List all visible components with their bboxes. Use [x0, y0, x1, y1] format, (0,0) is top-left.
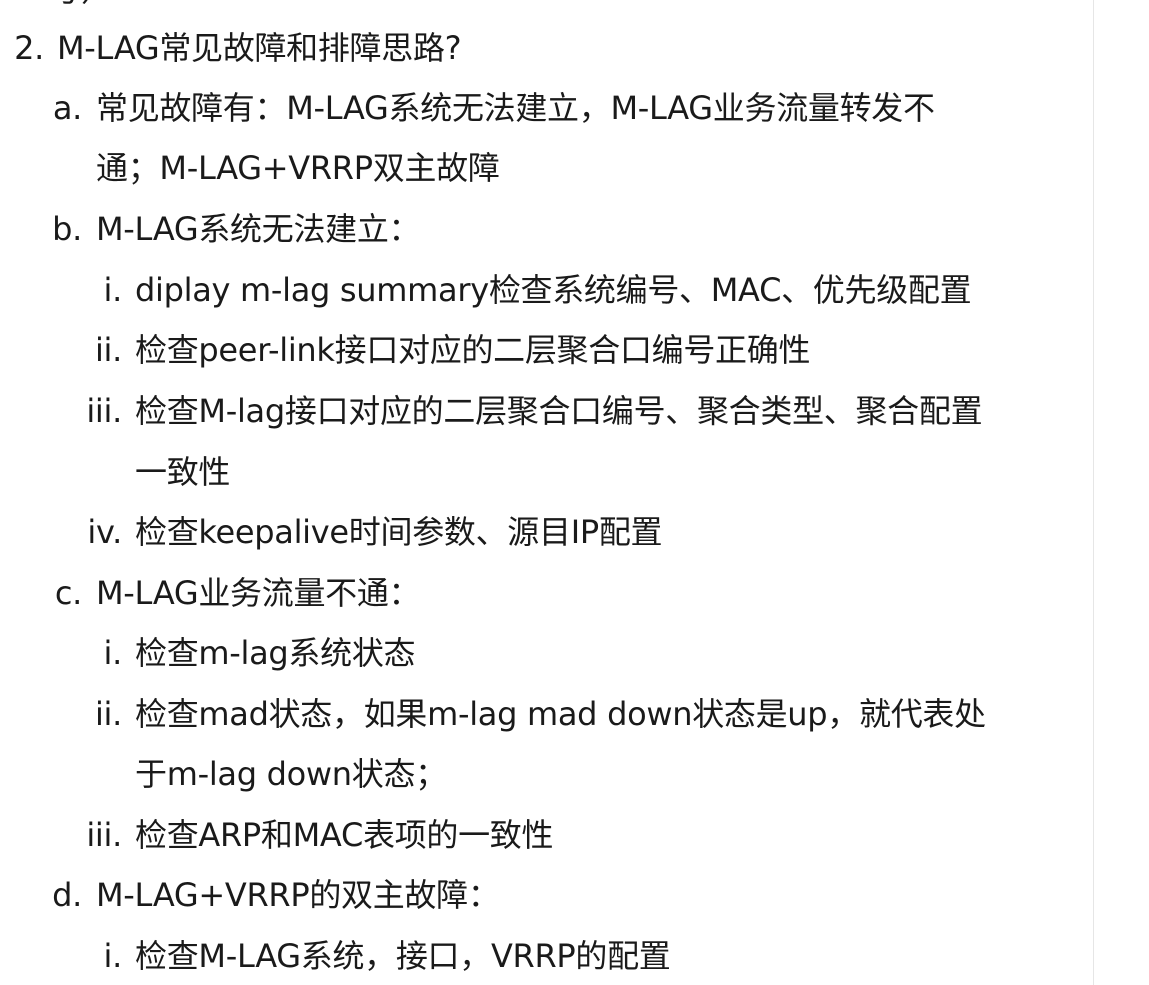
list-item-c-iii-text: 检查ARP和MAC表项的一致性	[135, 816, 554, 854]
list-number: 2.	[14, 29, 44, 67]
list-item-b-line-1: M-LAG系统无法建立：	[96, 210, 421, 248]
list-marker-c: c.	[54, 574, 82, 612]
list-item-c-ii-line-2: 于m-lag down状态；	[135, 755, 447, 793]
list-marker-b: b.	[52, 210, 82, 248]
clipped-previous-line: 号）	[48, 0, 114, 10]
list-marker-d-i: i.	[103, 937, 123, 975]
list-item-b-iv-text: 检查keepalive时间参数、源目IP配置	[135, 513, 663, 551]
list-item-c-i-text: 检查m-lag系统状态	[135, 634, 416, 672]
list-marker-c-i: i.	[103, 634, 123, 672]
list-item-b-iii-line-2: 一致性	[135, 453, 231, 491]
list-item-b-i-text: diplay m-lag summary检查系统编号、MAC、优先级配置	[135, 271, 972, 309]
list-item-b-ii-text: 检查peer-link接口对应的二层聚合口编号正确性	[135, 331, 811, 369]
list-item-c-ii-line-1: 检查mad状态，如果m-lag mad down状态是up，就代表处	[135, 695, 986, 733]
list-marker-b-ii: ii.	[94, 331, 122, 369]
list-item-b-iii-line-1: 检查M-lag接口对应的二层聚合口编号、聚合类型、聚合配置	[135, 392, 983, 430]
list-item-d-i-text: 检查M-LAG系统，接口，VRRP的配置	[135, 937, 671, 975]
list-marker-a: a.	[52, 89, 82, 127]
list-item-d-line-1: M-LAG+VRRP的双主故障：	[96, 876, 500, 914]
list-marker-b-i: i.	[103, 271, 123, 309]
list-marker-c-iii: iii.	[86, 816, 122, 854]
page-edge-divider	[1093, 0, 1094, 985]
list-item-c-line-1: M-LAG业务流量不通：	[96, 574, 421, 612]
list-item-title: M-LAG常见故障和排障思路?	[57, 29, 462, 67]
list-marker-c-ii: ii.	[94, 695, 122, 733]
list-marker-b-iii: iii.	[86, 392, 122, 430]
list-item-a-line-2: 通；M-LAG+VRRP双主故障	[96, 149, 500, 187]
list-item-a-line-1: 常见故障有：M-LAG系统无法建立，M-LAG业务流量转发不	[96, 89, 935, 127]
list-marker-b-iv: iv.	[87, 513, 122, 551]
list-marker-d: d.	[52, 876, 82, 914]
